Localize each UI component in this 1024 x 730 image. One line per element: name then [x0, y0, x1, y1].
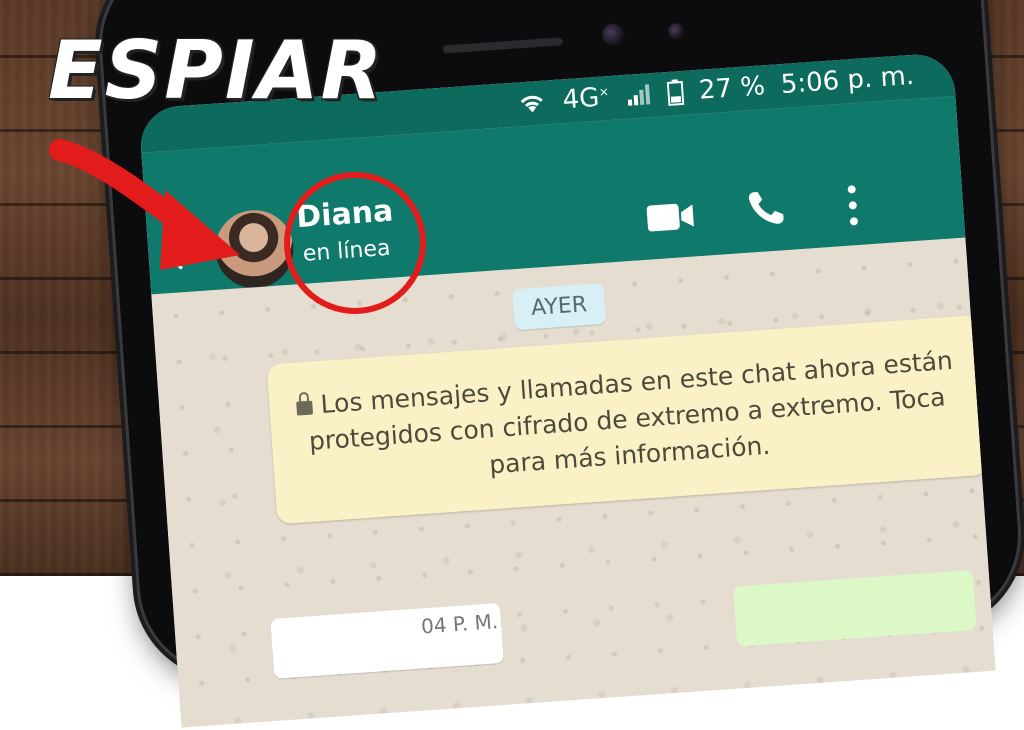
message-time: 04 P. M. [420, 609, 499, 639]
network-label: 4G [561, 82, 601, 116]
clock: 5:06 p. m. [779, 60, 915, 101]
lock-icon [296, 400, 314, 416]
overlay-title: ESPIAR [48, 24, 385, 117]
video-call-icon[interactable] [646, 200, 696, 233]
date-chip: AYER [511, 282, 607, 331]
network-type: 4G× [562, 82, 611, 115]
phone-call-icon[interactable] [746, 188, 787, 229]
front-camera [601, 22, 626, 47]
wifi-icon [520, 95, 543, 113]
battery-icon [666, 79, 685, 107]
more-vertical-icon[interactable] [845, 183, 860, 228]
encryption-notice-text: Los mensajes y llamadas en este chat aho… [307, 345, 954, 480]
highlight-circle [284, 172, 426, 314]
signal-icon [627, 84, 650, 106]
network-sup: × [598, 84, 610, 100]
phone-speaker [442, 37, 563, 54]
red-arrow-icon [49, 139, 240, 270]
sensor [667, 22, 685, 40]
battery-percent: 27 % [698, 71, 767, 106]
